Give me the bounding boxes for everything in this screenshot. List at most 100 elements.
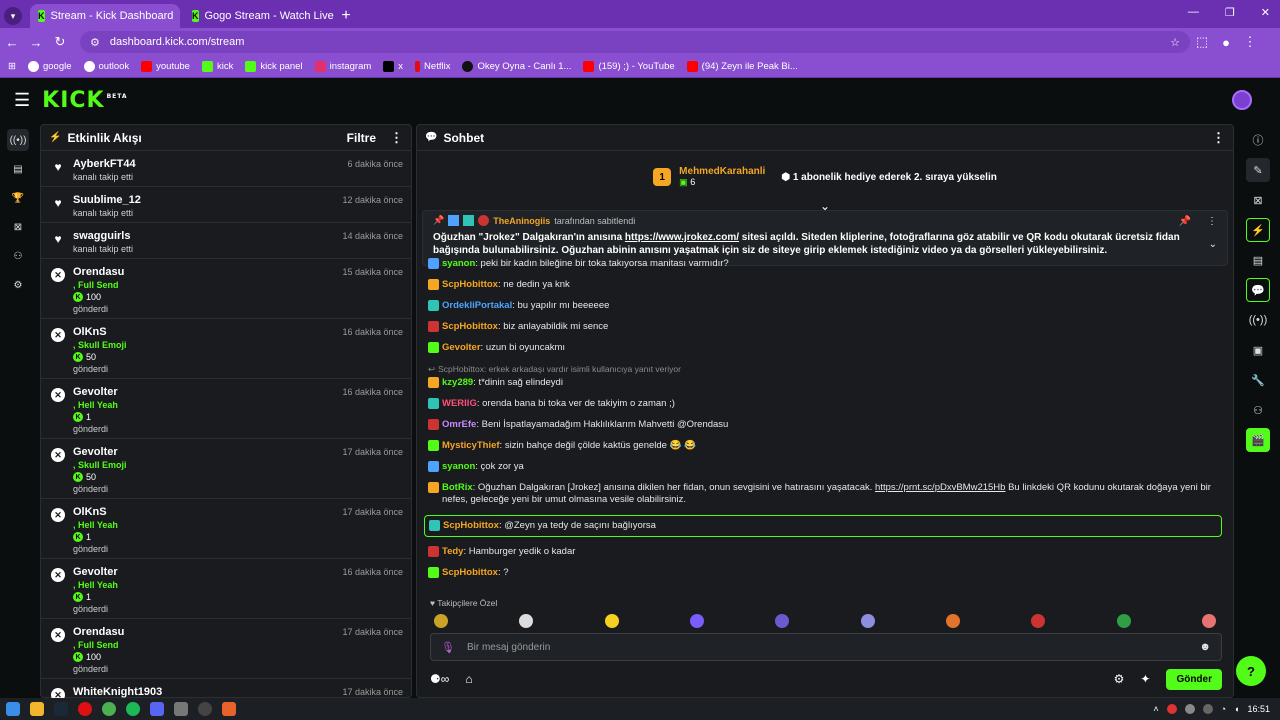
event-username[interactable]: Orendasu — [73, 266, 124, 278]
chat-message[interactable]: MysticyThief: sizin bahçe değil çölde ka… — [428, 440, 1228, 452]
windows-start-icon[interactable] — [6, 702, 20, 716]
emote-icon[interactable] — [689, 614, 704, 628]
chat-username[interactable]: ScpHobittox — [442, 321, 498, 332]
tray-app-icon[interactable] — [1184, 704, 1195, 714]
moderation-icon[interactable]: ⊠ — [7, 216, 29, 238]
activity-event[interactable]: ✕ Orendasu , Full Send K 100 gönderdi 17 dakik… — [41, 619, 411, 679]
store-icon[interactable]: ⌂ — [465, 672, 472, 686]
event-username[interactable]: OlKnS — [73, 326, 127, 338]
unpin-icon[interactable]: 📌 — [1179, 216, 1191, 227]
trophy-icon[interactable]: 🏆 — [7, 187, 29, 209]
gift-sub-icon[interactable]: ✦ — [1140, 672, 1150, 686]
more-options-icon[interactable]: ⋮ — [390, 130, 403, 146]
bookmark-outlook[interactable]: outlook — [83, 61, 129, 72]
community-icon[interactable]: ⚇ — [7, 245, 29, 267]
bookmark-youtube[interactable]: youtube — [141, 61, 190, 72]
emote-icon[interactable] — [860, 614, 875, 628]
steam-icon[interactable] — [54, 702, 68, 716]
restore-icon[interactable]: ❐ — [1225, 6, 1235, 19]
chat-username[interactable]: BotRix — [442, 482, 473, 493]
browser-tab-active[interactable]: K Stream - Kick Dashboard ✕ — [30, 4, 180, 28]
analytics-icon[interactable]: ▤ — [7, 158, 29, 180]
emote-icon[interactable] — [434, 614, 448, 628]
activity-event[interactable]: ✕ Gevolter , Hell Yeah K 1 gönderdi 16 dakika … — [41, 559, 411, 619]
bookmark-youtube-2[interactable]: (159) ;) - YouTube — [583, 61, 675, 72]
emote-icon[interactable] — [519, 614, 534, 628]
chat-username[interactable]: Gevolter — [442, 342, 481, 353]
chat-message[interactable]: ScpHobittox: biz anlayabildik mi sence — [428, 321, 1228, 333]
chat-toggle-icon[interactable]: 💬 — [1246, 278, 1270, 302]
broadcast-icon[interactable]: ((•)) — [1246, 308, 1270, 332]
chat-link[interactable]: https://prnt.sc/pDxvBMw215Hb — [875, 482, 1005, 493]
chrome-icon[interactable] — [102, 702, 116, 716]
browser-menu-icon[interactable]: ⋮ — [1238, 34, 1262, 50]
event-username[interactable]: Gevolter — [73, 566, 118, 578]
chat-message[interactable]: syanon: çok zor ya — [428, 461, 1228, 473]
obs-icon[interactable] — [198, 702, 212, 716]
chat-username[interactable]: OrdekliPortakal — [442, 300, 512, 311]
close-window-icon[interactable]: ✕ — [1261, 6, 1270, 19]
bookmark-youtube-3[interactable]: (94) Zeyn ile Peak Bi... — [686, 61, 798, 72]
pinned-link[interactable]: https://www.jrokez.com/ — [625, 232, 739, 243]
chat-message[interactable]: ScpHobittox: ne dedin ya knk — [428, 279, 1228, 291]
bookmark-okey[interactable]: Okey Oyna - Canlı 1... — [462, 61, 571, 72]
spotify-icon[interactable] — [126, 702, 140, 716]
activity-event[interactable]: ✕ OlKnS , Skull Emoji K 50 gönderdi 16 dakika … — [41, 319, 411, 379]
activity-bolt-icon[interactable]: ⚡ — [1246, 218, 1270, 242]
kick-logo[interactable]: KICK BETA — [42, 88, 127, 113]
forward-icon[interactable]: → — [24, 35, 48, 50]
chat-message[interactable]: OmrEfe: Beni İspatlayamadağım Haklılıkla… — [428, 419, 1228, 431]
emote-icon[interactable] — [945, 614, 960, 628]
apps-grid-icon[interactable]: ⊞ — [8, 61, 16, 72]
info-icon[interactable]: ⓘ — [1246, 128, 1270, 152]
bookmark-kick-panel[interactable]: kick panel — [245, 61, 303, 72]
activity-event[interactable]: ✕ Gevolter , Skull Emoji K 50 gönderdi 17 daki… — [41, 439, 411, 499]
emoji-picker-icon[interactable]: ☻ — [1199, 641, 1211, 653]
bookmark-kick[interactable]: kick — [201, 61, 233, 72]
bookmark-x[interactable]: x — [383, 61, 403, 72]
chat-message[interactable]: OrdekliPortakal: bu yapılır mı beeeeee — [428, 300, 1228, 312]
event-username[interactable]: swagguirls — [73, 230, 133, 242]
event-username[interactable]: Orendasu — [73, 626, 124, 638]
chat-username[interactable]: syanon — [442, 258, 475, 269]
activity-event[interactable]: ✕ Gevolter , Hell Yeah K 1 gönderdi 16 dakika … — [41, 379, 411, 439]
activity-event[interactable]: ♥ AyberkFT44 kanalı takip etti 6 dakika önc… — [41, 151, 411, 187]
clock[interactable]: 16:51 — [1247, 704, 1270, 714]
volume-icon[interactable]: ◖ — [1234, 704, 1239, 714]
event-username[interactable]: OlKnS — [73, 506, 118, 518]
reload-icon[interactable]: ↻ — [48, 34, 72, 50]
gift-cta[interactable]: ⬢ 1 abonelik hediye ederek 2. sıraya yük… — [781, 172, 997, 183]
chat-message[interactable]: Gevolter: uzun bi oyuncakmı — [428, 342, 1228, 354]
layout-icon[interactable]: ▣ — [1246, 338, 1270, 362]
tab-search-icon[interactable]: ▾ — [4, 7, 22, 25]
stream-broadcast-icon[interactable]: ((•)) — [7, 129, 29, 151]
filter-button[interactable]: Filtre — [347, 131, 376, 145]
emote-icon[interactable] — [1031, 614, 1046, 628]
back-icon[interactable]: ← — [0, 35, 24, 50]
event-username[interactable]: Suublime_12 — [73, 194, 141, 206]
bookmark-google[interactable]: google — [27, 61, 72, 72]
chat-username[interactable]: Tedy — [442, 546, 463, 557]
chat-message[interactable]: ScpHobittox: @Zeyn ya tedy de saçını bağ… — [424, 515, 1222, 537]
shield-icon[interactable]: ⊠ — [1246, 188, 1270, 212]
collapse-chevron-icon[interactable]: ⌄ — [1209, 239, 1217, 250]
wifi-icon[interactable]: ◔ — [1221, 704, 1226, 714]
file-explorer-icon[interactable] — [30, 702, 44, 716]
event-username[interactable]: AyberkFT44 — [73, 158, 136, 170]
edit-icon[interactable]: ✎ — [1246, 158, 1270, 182]
hamburger-menu-icon[interactable]: ☰ — [14, 90, 30, 111]
emote-icon[interactable] — [1116, 614, 1131, 628]
chat-username[interactable]: ScpHobittox — [443, 520, 499, 531]
chat-options-icon[interactable]: ⋮ — [1212, 130, 1225, 146]
chat-message[interactable]: Tedy: Hamburger yedik o kadar — [428, 546, 1228, 558]
chat-settings-icon[interactable]: ⚙ — [1114, 672, 1125, 686]
settings-icon[interactable]: ⚙ — [7, 274, 29, 296]
chat-message-input[interactable] — [466, 641, 1167, 653]
chat-username[interactable]: ScpHobittox — [442, 567, 498, 578]
notes-icon[interactable]: ▤ — [1246, 248, 1270, 272]
chat-username[interactable]: WERIIG — [442, 398, 477, 409]
browser-tab[interactable]: K Gogo Stream - Watch Live on Kick ✕ — [184, 4, 334, 28]
chat-username[interactable]: ScpHobittox — [442, 279, 498, 290]
help-chat-icon[interactable]: ? — [1236, 656, 1266, 686]
pinned-by-user[interactable]: TheAninogiis — [493, 216, 550, 226]
